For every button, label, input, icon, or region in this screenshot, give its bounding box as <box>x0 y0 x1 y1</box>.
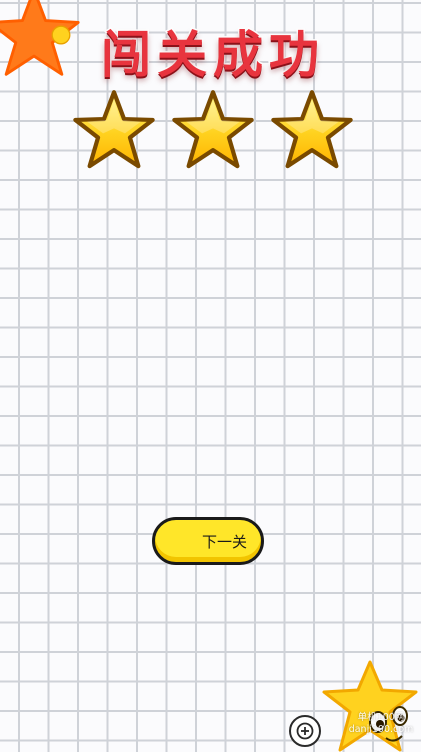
star-mascot-icon <box>322 660 418 752</box>
watermark: 单机100网 danji100.com <box>346 712 416 736</box>
zoom-in-button[interactable] <box>289 715 321 747</box>
star-icon <box>172 90 254 169</box>
level-complete-title: 闯关成功 <box>100 25 325 86</box>
star-icon <box>73 90 155 169</box>
watermark-line1: 单机100网 <box>357 712 405 723</box>
watermark-line2: danji100.com <box>348 724 414 735</box>
next-level-label: 下一关 <box>201 532 247 551</box>
small-star-icon <box>51 25 71 45</box>
star-rating <box>70 88 360 178</box>
zoom-in-icon <box>296 722 314 740</box>
next-level-button[interactable]: 下一关 <box>152 517 264 565</box>
star-icon <box>271 90 353 169</box>
